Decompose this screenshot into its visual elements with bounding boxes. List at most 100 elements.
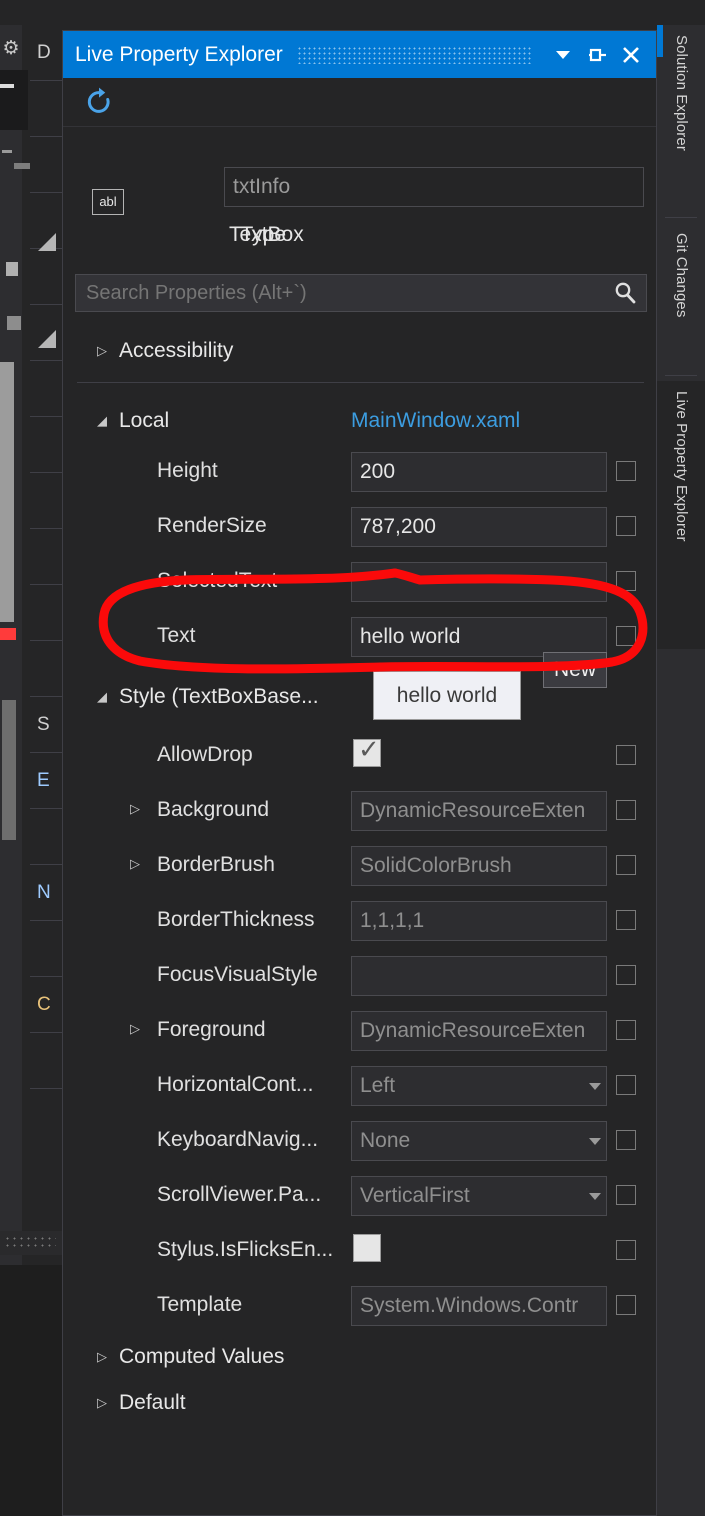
background-panel-row-16[interactable]: N — [30, 865, 64, 921]
property-row-focusvisualstyle[interactable]: FocusVisualStyle — [63, 949, 656, 1004]
property-override-checkbox[interactable] — [616, 1130, 636, 1150]
property-value-field[interactable] — [351, 956, 607, 996]
close-icon[interactable] — [614, 31, 648, 78]
property-row-borderthickness[interactable]: BorderThickness 1,1,1,1 — [63, 894, 656, 949]
background-letter-c: C — [37, 994, 51, 1015]
property-value-dropdown[interactable]: VerticalFirst — [351, 1176, 607, 1216]
property-override-checkbox[interactable] — [616, 1240, 636, 1260]
chevron-down-icon[interactable] — [589, 1193, 601, 1200]
expander-arrow-icon[interactable]: ▷ — [130, 1021, 144, 1037]
background-panel-row-5[interactable] — [30, 249, 64, 305]
background-letter-s: S — [37, 714, 50, 735]
divider — [77, 382, 644, 383]
property-value-field[interactable]: hello world — [351, 617, 607, 657]
property-row-foreground[interactable]: ▷ Foreground DynamicResourceExten — [63, 1004, 656, 1059]
property-value-field[interactable]: SolidColorBrush — [351, 846, 607, 886]
sidebar-tab-git-changes[interactable]: Git Changes — [657, 223, 705, 373]
property-value-field[interactable]: 200 — [351, 452, 607, 492]
expander-arrow-icon[interactable]: ◢ — [91, 413, 113, 429]
new-button[interactable]: New — [543, 652, 607, 688]
background-panel-row-11[interactable] — [30, 585, 64, 641]
chevron-down-icon[interactable] — [589, 1138, 601, 1145]
property-label: Template — [157, 1293, 243, 1316]
property-override-checkbox[interactable] — [616, 1295, 636, 1315]
background-panel-row-12[interactable] — [30, 641, 64, 697]
property-row-scrollviewer-panningmode[interactable]: ScrollViewer.Pa... VerticalFirst — [63, 1169, 656, 1224]
category-local[interactable]: ◢ Local MainWindow.xaml — [63, 397, 656, 445]
property-value-checkbox[interactable] — [353, 1234, 381, 1262]
pin-icon[interactable] — [580, 31, 614, 78]
expander-arrow-icon[interactable]: ▷ — [130, 801, 144, 817]
category-computed-values[interactable]: ▷ Computed Values — [63, 1334, 656, 1380]
search-properties-box[interactable] — [75, 274, 647, 312]
property-row-horizontalcontentalignment[interactable]: HorizontalCont... Left — [63, 1059, 656, 1114]
property-row-borderbrush[interactable]: ▷ BorderBrush SolidColorBrush — [63, 839, 656, 894]
property-override-checkbox[interactable] — [616, 1020, 636, 1040]
name-field[interactable]: txtInfo — [224, 167, 644, 207]
expander-arrow-icon[interactable]: ▷ — [91, 1349, 113, 1365]
property-override-checkbox[interactable] — [616, 910, 636, 930]
background-panel-row-10[interactable] — [30, 529, 64, 585]
window-title: Live Property Explorer — [75, 42, 283, 66]
background-panel-row-2[interactable] — [30, 81, 64, 137]
property-value-field[interactable]: DynamicResourceExten — [351, 1011, 607, 1051]
gear-icon[interactable]: ⚙ — [0, 36, 22, 62]
background-scrollbar-thumb[interactable] — [2, 700, 16, 840]
chevron-down-icon[interactable] — [589, 1083, 601, 1090]
background-panel-row-7[interactable] — [30, 361, 64, 417]
property-override-checkbox[interactable] — [616, 1075, 636, 1095]
background-panel-row-17[interactable] — [30, 921, 64, 977]
refresh-icon[interactable] — [81, 84, 117, 120]
chevron-down-icon[interactable] — [546, 31, 580, 78]
property-value-field[interactable]: 1,1,1,1 — [351, 901, 607, 941]
window-title-bar[interactable]: Live Property Explorer — [63, 31, 656, 78]
property-row-stylus-isflicksenabled[interactable]: Stylus.IsFlicksEn... — [63, 1224, 656, 1279]
property-override-checkbox[interactable] — [616, 571, 636, 591]
background-panel-row-8[interactable] — [30, 417, 64, 473]
property-row-height[interactable]: Height 200 — [63, 445, 656, 500]
property-override-checkbox[interactable] — [616, 461, 636, 481]
category-default[interactable]: ▷ Default — [63, 1380, 656, 1426]
source-file-link[interactable]: MainWindow.xaml — [351, 409, 520, 433]
property-override-checkbox[interactable] — [616, 626, 636, 646]
property-override-checkbox[interactable] — [616, 1185, 636, 1205]
property-row-rendersize[interactable]: RenderSize 787,200 — [63, 500, 656, 555]
background-panel-row-3[interactable] — [30, 137, 64, 193]
property-value-field[interactable]: DynamicResourceExten — [351, 791, 607, 831]
background-panel-row-14[interactable]: E — [30, 753, 64, 809]
expander-arrow-icon[interactable]: ▷ — [91, 343, 113, 359]
background-panel-row-19[interactable] — [30, 1033, 64, 1089]
category-accessibility[interactable]: ▷ Accessibility — [63, 327, 656, 375]
property-override-checkbox[interactable] — [616, 516, 636, 536]
property-override-checkbox[interactable] — [616, 855, 636, 875]
expander-arrow-icon[interactable]: ◢ — [91, 689, 113, 705]
background-panel-row-18[interactable]: C — [30, 977, 64, 1033]
property-value-field[interactable]: 787,200 — [351, 507, 607, 547]
drag-grip[interactable] — [296, 45, 532, 64]
sidebar-tab-solution-explorer[interactable]: Solution Explorer — [657, 25, 705, 215]
expander-arrow-icon[interactable]: ▷ — [91, 1395, 113, 1411]
property-override-checkbox[interactable] — [616, 800, 636, 820]
property-row-allowdrop[interactable]: AllowDrop ✓ — [63, 729, 656, 784]
property-value-dropdown[interactable]: None — [351, 1121, 607, 1161]
category-label: Style (TextBoxBase... — [119, 685, 319, 708]
sidebar-tab-live-property-explorer[interactable]: Live Property Explorer — [657, 381, 705, 649]
property-row-keyboardnavigation[interactable]: KeyboardNavig... None — [63, 1114, 656, 1169]
search-icon[interactable] — [604, 280, 646, 306]
background-panel-row-15[interactable] — [30, 809, 64, 865]
search-input[interactable] — [76, 280, 604, 306]
property-value-field[interactable] — [351, 562, 607, 602]
property-row-template[interactable]: Template System.Windows.Contr — [63, 1279, 656, 1334]
property-value-checkbox[interactable]: ✓ — [353, 735, 381, 767]
property-value-field[interactable]: System.Windows.Contr — [351, 1286, 607, 1326]
property-override-checkbox[interactable] — [616, 745, 636, 765]
property-override-checkbox[interactable] — [616, 965, 636, 985]
background-panel-row-1[interactable]: D — [30, 25, 64, 81]
background-panel-row-9[interactable] — [30, 473, 64, 529]
property-value-dropdown[interactable]: Left — [351, 1066, 607, 1106]
background-panel-row-13[interactable]: S — [30, 697, 64, 753]
property-row-selectedtext[interactable]: SelectedText — [63, 555, 656, 610]
background-scrollbar[interactable] — [0, 362, 14, 622]
property-row-background[interactable]: ▷ Background DynamicResourceExten — [63, 784, 656, 839]
expander-arrow-icon[interactable]: ▷ — [130, 856, 144, 872]
